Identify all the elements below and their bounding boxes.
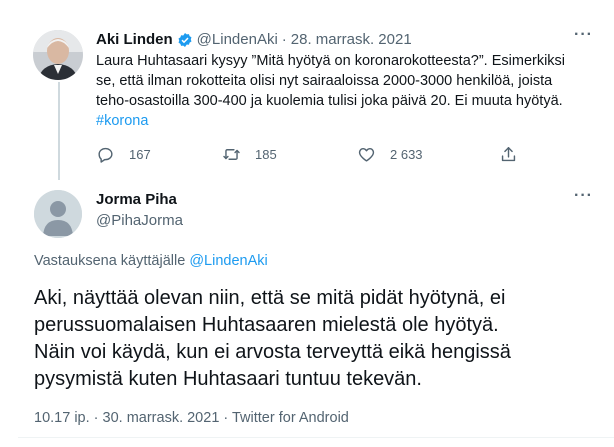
reply-text-line: Näin voi käydä, kun ei arvosta terveyttä… [34, 341, 511, 363]
reply-author-name[interactable]: Jorma Piha [96, 191, 177, 208]
retweet-icon [222, 145, 241, 164]
like-action[interactable]: 2 633 [357, 145, 423, 164]
reply-icon [96, 145, 115, 164]
bottom-divider [18, 437, 614, 438]
reply-handle[interactable]: @PihaJorma [96, 212, 183, 229]
parent-date[interactable]: 28. marrask. 2021 [291, 31, 412, 48]
parent-thread-line [58, 82, 60, 180]
avatar-jorma-piha[interactable] [34, 190, 82, 238]
reply-text-line: perussuomalaisen Huhtasaaren mielestä ol… [34, 314, 499, 336]
reply-text-line: pysymistä kuten Huhtasaari tuntuu tekevä… [34, 368, 422, 390]
dot-separator: · [281, 31, 287, 48]
parent-author-name[interactable]: Aki Linden [96, 31, 173, 48]
reply-action[interactable]: 167 [96, 145, 151, 164]
replying-to-link[interactable]: @LindenAki [189, 253, 267, 269]
share-icon [499, 145, 518, 164]
share-action[interactable] [499, 145, 518, 164]
retweet-count: 185 [255, 147, 277, 162]
reply-count: 167 [129, 147, 151, 162]
parent-text-line: Laura Huhtasaari kysyy ”Mitä hyötyä on k… [96, 53, 566, 69]
replying-prefix: Vastauksena käyttäjälle [34, 253, 186, 269]
reply-more-button[interactable]: ··· [574, 187, 593, 205]
heart-icon [357, 145, 376, 164]
avatar-aki-linden[interactable] [33, 30, 83, 80]
parent-tweet-text: Laura Huhtasaari kysyy ”Mitä hyötyä on k… [96, 51, 601, 131]
parent-text-line: se, että ilman rokotteita olisi nyt sair… [96, 73, 553, 89]
reply-tweet-text: Aki, näyttää olevan niin, että se mitä p… [34, 285, 604, 393]
parent-handle[interactable]: @LindenAki [197, 31, 278, 48]
verified-badge-icon [177, 32, 193, 48]
reply-text-line: Aki, näyttää olevan niin, että se mitä p… [34, 287, 506, 309]
parent-text-line: teho-osastoilla 300-400 ja kuolemia tuli… [96, 93, 563, 109]
like-count: 2 633 [390, 147, 423, 162]
reply-timestamp[interactable]: 10.17 ip. · 30. marrask. 2021 · Twitter … [34, 410, 349, 426]
hashtag-link[interactable]: #korona [96, 111, 601, 131]
replying-to-line: Vastauksena käyttäjälle @LindenAki [34, 253, 268, 269]
retweet-action[interactable]: 185 [222, 145, 277, 164]
parent-more-button[interactable]: ··· [574, 26, 593, 44]
